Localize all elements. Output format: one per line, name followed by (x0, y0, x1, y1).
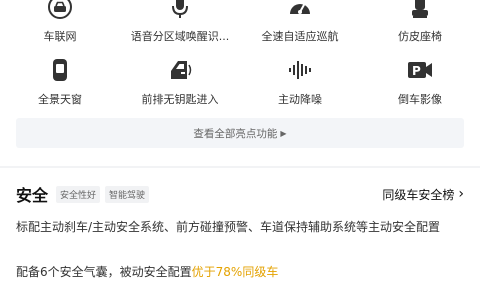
feature-voice-wake[interactable]: 语音分区域唤醒识... (120, 0, 240, 44)
feature-label: 前排无钥匙进入 (141, 93, 219, 106)
feature-label: 仿皮座椅 (398, 30, 442, 43)
feature-label: 主动降噪 (278, 93, 322, 106)
car-network-icon (45, 0, 75, 22)
section-title: 安全 (16, 186, 49, 205)
airbag-summary: 配备6个安全气囊，被动安全配置优于78%同级车 (16, 263, 278, 280)
features-row: 全景天窗 前排无钥匙进入 主动降噪 P 倒车影像 (0, 55, 480, 107)
speedometer-icon (285, 0, 315, 22)
safety-ranking-label: 同级车安全榜 (382, 187, 455, 202)
safety-section: 安全 安全性好 智能驾驶 同级车安全榜 › 标配主动刹车/主动安全系统、前方碰撞… (0, 168, 480, 300)
sunroof-icon (45, 55, 75, 85)
view-all-label: 查看全部亮点功能 (193, 127, 278, 140)
microphone-icon (165, 0, 195, 22)
safety-tag: 安全性好 (56, 185, 101, 203)
feature-label: 倒车影像 (398, 93, 442, 106)
airbag-highlight: 优于78%同级车 (191, 265, 279, 279)
feature-reverse-camera[interactable]: P 倒车影像 (360, 55, 480, 107)
feature-panoramic-sunroof[interactable]: 全景天窗 (0, 55, 120, 107)
feature-adaptive-cruise[interactable]: 全速自适应巡航 (240, 0, 360, 44)
safety-ranking-link[interactable]: 同级车安全榜 › (382, 186, 464, 203)
feature-active-noise-cancel[interactable]: 主动降噪 (240, 55, 360, 107)
car-door-icon (165, 55, 195, 85)
features-row: 车联网 语音分区域唤醒识... 全速自适应巡航 仿皮座椅 (0, 0, 480, 44)
view-all-features-button[interactable]: 查看全部亮点功能 ▶ (16, 118, 464, 148)
feature-label: 全速自适应巡航 (261, 30, 339, 43)
safety-tag: 智能驾驶 (105, 185, 150, 203)
feature-car-network[interactable]: 车联网 (0, 0, 120, 44)
sound-wave-icon (285, 55, 315, 85)
feature-leather-seat[interactable]: 仿皮座椅 (360, 0, 480, 44)
safety-header: 安全 安全性好 智能驾驶 同级车安全榜 › (16, 183, 464, 205)
airbag-text: 配备6个安全气囊，被动安全配置 (16, 265, 192, 279)
chevron-right-icon: › (458, 186, 464, 202)
feature-keyless-entry[interactable]: 前排无钥匙进入 (120, 55, 240, 107)
parking-camera-icon: P (405, 55, 435, 85)
safety-description: 标配主动刹车/主动安全系统、前方碰撞预警、车道保持辅助系统等主动安全配置 (16, 220, 441, 234)
highlight-features-section: 车联网 语音分区域唤醒识... 全速自适应巡航 仿皮座椅 全景天窗 前排无钥匙进… (0, 0, 480, 166)
svg-text:P: P (412, 64, 421, 78)
triangle-right-icon: ▶ (280, 128, 287, 138)
feature-label: 全景天窗 (38, 93, 82, 106)
feature-label: 车联网 (43, 30, 77, 43)
feature-label: 语音分区域唤醒识... (130, 30, 230, 43)
seat-icon (405, 0, 435, 22)
